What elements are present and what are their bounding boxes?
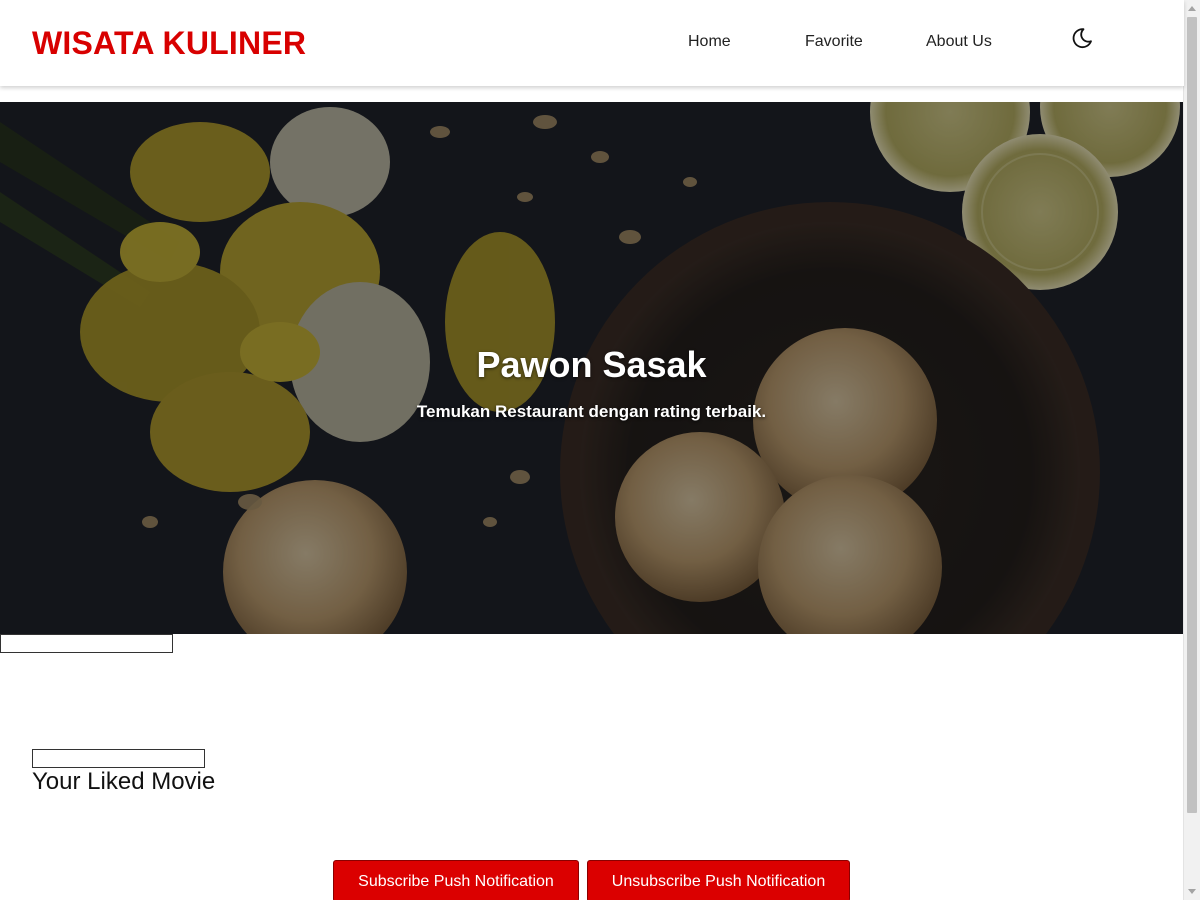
theme-toggle-button[interactable]	[1068, 24, 1096, 52]
hero-title: Pawon Sasak	[476, 344, 707, 385]
scrollbar-thumb[interactable]	[1187, 17, 1197, 813]
moon-icon	[1072, 28, 1092, 49]
scroll-down-icon[interactable]	[1188, 889, 1196, 894]
nav-home-link[interactable]: Home	[688, 32, 731, 52]
main-nav: Home Favorite About Us	[660, 32, 1040, 54]
empty-input-box[interactable]	[32, 749, 205, 768]
nav-favorite-link[interactable]: Favorite	[805, 32, 863, 52]
page: WISATA KULINER Home Favorite About Us Pa…	[0, 0, 1200, 900]
unsubscribe-push-button[interactable]: Unsubscribe Push Notification	[587, 860, 850, 900]
empty-input-box[interactable]	[0, 634, 173, 653]
vertical-scrollbar[interactable]	[1183, 0, 1200, 900]
hero-banner: Pawon Sasak Temukan Restaurant dengan ra…	[0, 102, 1183, 634]
hero-subtitle: Temukan Restaurant dengan rating terbaik…	[416, 402, 767, 421]
nav-about-link[interactable]: About Us	[926, 32, 992, 52]
section-title: Your Liked Movie	[32, 768, 216, 795]
subscribe-push-button[interactable]: Subscribe Push Notification	[333, 860, 579, 900]
brand-logo-text[interactable]: WISATA KULINER	[32, 24, 306, 62]
app-header: WISATA KULINER Home Favorite About Us	[0, 0, 1184, 86]
scroll-up-icon[interactable]	[1188, 6, 1196, 11]
